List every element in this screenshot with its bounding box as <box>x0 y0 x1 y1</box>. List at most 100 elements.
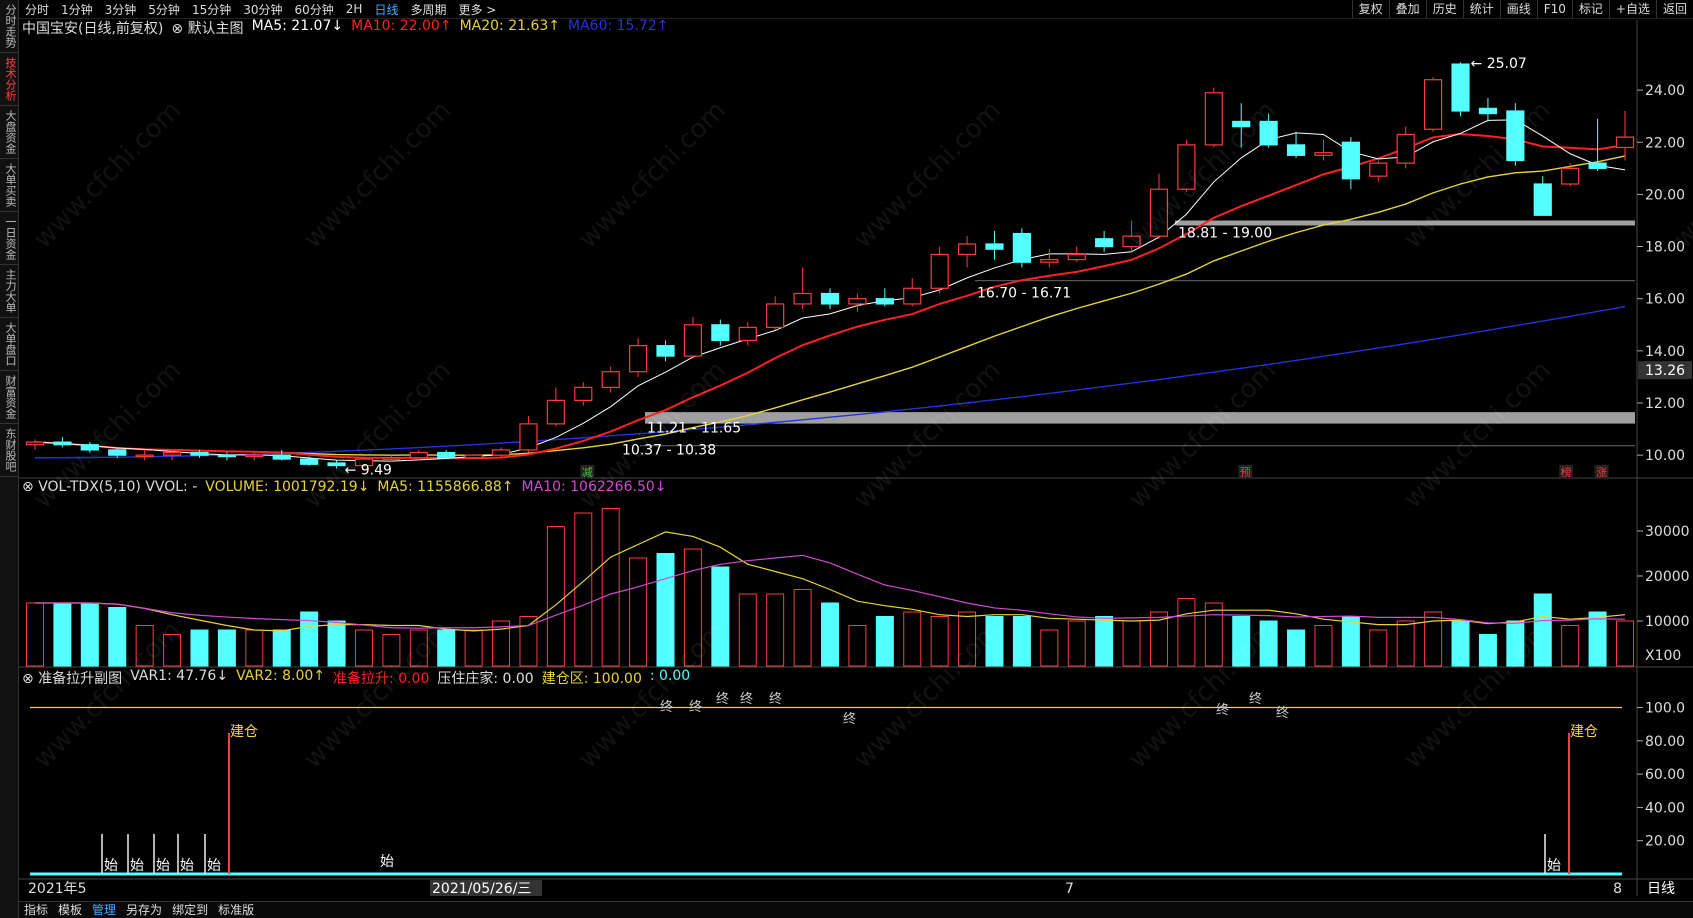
vol-bar-down <box>1341 616 1360 667</box>
price-axis-label: 16.00 <box>1645 292 1685 308</box>
candle-down <box>217 454 236 458</box>
candle-up <box>848 298 867 305</box>
marker-bang: 榜 <box>1561 465 1572 479</box>
candle-up <box>601 371 620 388</box>
bottom-tab-0[interactable]: 指标 <box>19 902 53 918</box>
candle-down <box>190 451 209 456</box>
support-zone <box>975 280 1635 282</box>
date-cursor-label: 2021/05/26/三 <box>432 881 531 897</box>
candle-up <box>629 345 648 373</box>
vol-bar-down <box>1287 629 1306 667</box>
bottom-tab-4[interactable]: 绑定到 <box>167 902 213 918</box>
vol-bar-up <box>930 616 949 667</box>
candle-down <box>300 458 319 465</box>
prep-value: 准备拉升: 0.00 <box>333 671 430 687</box>
candle-up <box>1424 79 1443 130</box>
vol-bar-up <box>1424 611 1443 667</box>
vol-bar-up <box>793 589 812 667</box>
start-marker-label: 始 <box>130 858 144 874</box>
sub-name: 准备拉升副图 <box>38 671 123 687</box>
candle-up <box>519 423 538 451</box>
start-marker-label: 始 <box>207 858 221 874</box>
vol-bar-down <box>711 566 730 667</box>
start-marker-label: 始 <box>156 858 170 874</box>
price-axis-label: 18.00 <box>1645 240 1685 256</box>
candle-down <box>1478 107 1498 115</box>
candle-up <box>162 451 182 456</box>
vol-bar-down <box>1478 634 1497 667</box>
end-marker-label: 终 <box>1216 702 1229 718</box>
vol-bar-up <box>958 611 977 667</box>
candle-up <box>1040 259 1059 263</box>
vol-axis-label: 10000 <box>1645 614 1690 630</box>
end-marker-label: 终 <box>689 699 702 715</box>
date-label: 2021年5 <box>28 881 87 897</box>
sub-axis-label: 80.00 <box>1645 734 1685 750</box>
candle-down <box>875 298 894 305</box>
candle-down <box>108 449 127 456</box>
candle-down <box>53 441 72 446</box>
indicator-name: 默认主图 <box>187 21 244 37</box>
vol-bar-up <box>574 512 593 667</box>
vol-bar-down <box>875 616 894 667</box>
candle-up <box>1067 253 1086 261</box>
candle-up <box>135 454 154 458</box>
vol-bar-up <box>766 593 785 667</box>
vol-indicator-name[interactable]: ⊗ VOL-TDX(5,10) VVOL: - <box>22 479 197 495</box>
candle-up <box>1149 188 1169 237</box>
var1-value: VAR1: 47.76↓ <box>130 668 229 684</box>
candle-up <box>930 253 949 289</box>
indicator-dropdown[interactable]: ⊗ 默认主图 <box>171 18 243 38</box>
vol-bar-down <box>272 629 291 667</box>
vol-bar-up <box>1204 602 1223 667</box>
vol-bar-up <box>738 593 757 667</box>
stock-title: 中国宝安(日线,前复权) <box>22 21 164 37</box>
bottom-tab-1[interactable]: 模板 <box>53 902 87 918</box>
start-marker-label: 始 <box>1547 858 1561 874</box>
vol-axis-unit: X100 <box>1645 648 1681 664</box>
vol-bar-down <box>1232 616 1251 667</box>
sub-axis-label: 20.00 <box>1645 834 1685 850</box>
candle-up <box>738 326 757 342</box>
zone3-label: 11.21 - 11.65 <box>647 421 741 437</box>
candle-up <box>409 451 428 459</box>
bottom-tab-3[interactable]: 另存为 <box>121 902 167 918</box>
end-marker-label: 终 <box>660 699 673 715</box>
vol-bar-up <box>464 629 483 667</box>
candle-up <box>491 449 511 456</box>
sub-indicator-name[interactable]: ⊗ 准备拉升副图 <box>22 668 122 688</box>
vol-bar-up <box>409 629 428 667</box>
stock-chart[interactable]: 24.00 22.00 20.00 18.00 16.00 14.00 12.00 10.00… <box>0 0 1693 918</box>
bottom-tab-2[interactable]: 管理 <box>87 902 121 918</box>
vol-bar-up <box>1040 629 1059 667</box>
price-axis-label: 20.00 <box>1645 187 1685 203</box>
vol-bar-down <box>80 602 99 667</box>
candle-up <box>574 386 593 401</box>
vol-bar-up <box>1396 620 1415 667</box>
build-value: 建仓区: 100.00 <box>541 671 642 687</box>
var2-value: VAR2: 8.00↑ <box>236 668 326 684</box>
vol-bar-up <box>1177 598 1196 667</box>
sub-axis-label: 100.0 <box>1645 701 1685 717</box>
candle-down <box>437 451 456 459</box>
current-price-label: 13.26 <box>1645 363 1685 379</box>
start-marker-label: 始 <box>104 858 118 874</box>
candle-down <box>1506 110 1525 162</box>
vol-bar-up <box>1616 620 1634 667</box>
sub-legend: ⊗ 准备拉升副图 VAR1: 47.76↓ VAR2: 8.00↑ 准备拉升: … <box>22 668 690 688</box>
vol-ma5-value: MA5: 1155866.88↑ <box>377 479 514 495</box>
candle-up <box>546 399 565 425</box>
vol-bar-down <box>985 616 1004 667</box>
candle-down <box>1012 232 1031 263</box>
candle-down <box>1451 63 1470 112</box>
candle-down <box>1232 120 1251 128</box>
candle-up <box>957 243 977 255</box>
vol-bar-down <box>217 629 236 667</box>
candle-up <box>683 324 703 357</box>
candle-down <box>1286 144 1306 156</box>
candle-down <box>820 292 840 305</box>
bottom-tab-5[interactable]: 标准版 <box>213 902 259 918</box>
price-axis-label: 24.00 <box>1645 83 1685 99</box>
ma60-line <box>34 305 1626 459</box>
candle-up <box>1561 167 1580 185</box>
